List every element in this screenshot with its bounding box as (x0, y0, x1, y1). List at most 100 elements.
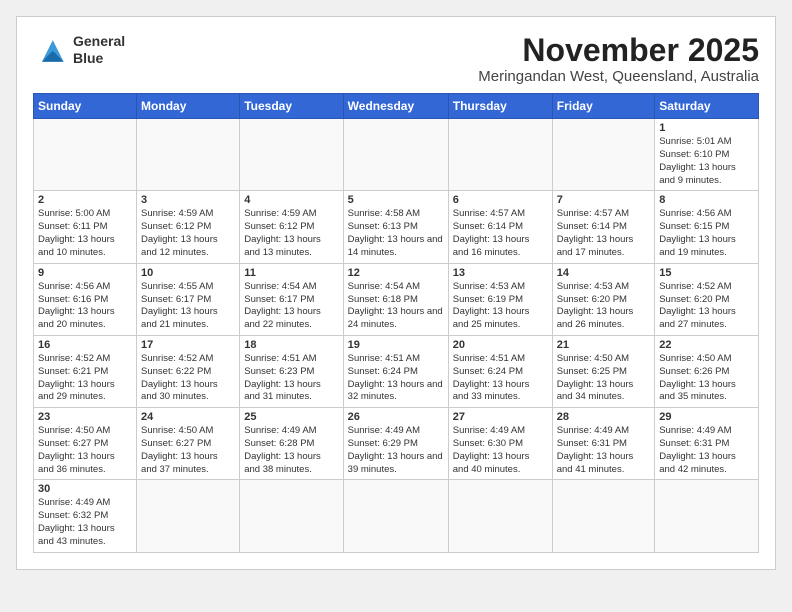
day-info: Sunrise: 4:56 AM Sunset: 6:15 PM Dayligh… (659, 208, 754, 259)
calendar-week-row: 9 Sunrise: 4:56 AM Sunset: 6:16 PM Daylig… (34, 263, 759, 335)
calendar-cell (137, 480, 240, 552)
day-number: 25 (244, 411, 338, 423)
calendar-cell: 16Sunrise: 4:52 AM Sunset: 6:21 PM Dayli… (34, 335, 137, 407)
calendar-cell: 23 Sunrise: 4:50 AM Sunset: 6:27 PM Dayli… (34, 408, 137, 480)
calendar-cell (34, 119, 137, 191)
calendar-cell: 25 Sunrise: 4:49 AM Sunset: 6:28 PM Dayli… (240, 408, 343, 480)
day-number: 19 (348, 339, 444, 351)
calendar-cell: 28Sunrise: 4:49 AM Sunset: 6:31 PM Dayli… (552, 408, 654, 480)
day-info: Sunrise: 4:56 AM Sunset: 6:16 PM Dayligh… (38, 281, 132, 332)
day-info: Sunrise: 4:54 AM Sunset: 6:17 PM Dayligh… (244, 281, 338, 332)
day-info: Sunrise: 4:49 AM Sunset: 6:30 PM Dayligh… (453, 425, 548, 476)
calendar-cell: 26 Sunrise: 4:49 AM Sunset: 6:29 PM Dayli… (343, 408, 448, 480)
day-number: 6 (453, 194, 548, 206)
day-number: 10 (141, 267, 235, 279)
calendar-cell: 12 Sunrise: 4:54 AM Sunset: 6:18 PM Dayli… (343, 263, 448, 335)
day-number: 3 (141, 194, 235, 206)
calendar-cell (343, 119, 448, 191)
day-number: 17 (141, 339, 235, 351)
day-number: 14 (557, 267, 650, 279)
day-number: 24 (141, 411, 235, 423)
day-info: Sunrise: 4:59 AM Sunset: 6:12 PM Dayligh… (141, 208, 235, 259)
day-number: 21 (557, 339, 650, 351)
day-info: Sunrise: 4:54 AM Sunset: 6:18 PM Dayligh… (348, 281, 444, 332)
calendar-cell: 20 Sunrise: 4:51 AM Sunset: 6:24 PM Dayli… (448, 335, 552, 407)
day-number: 2 (38, 194, 132, 206)
day-info: Sunrise: 4:59 AM Sunset: 6:12 PM Dayligh… (244, 208, 338, 259)
col-saturday: Saturday (655, 94, 759, 119)
calendar-cell (240, 480, 343, 552)
day-info: Sunrise: 4:53 AM Sunset: 6:19 PM Dayligh… (453, 281, 548, 332)
day-info: Sunrise: 4:51 AM Sunset: 6:23 PM Dayligh… (244, 353, 338, 404)
calendar-cell: 27Sunrise: 4:49 AM Sunset: 6:30 PM Dayli… (448, 408, 552, 480)
calendar-cell (552, 119, 654, 191)
calendar-cell (448, 119, 552, 191)
calendar-week-row: 1Sunrise: 5:01 AM Sunset: 6:10 PM Daylig… (34, 119, 759, 191)
location-title: Meringandan West, Queensland, Australia (478, 68, 759, 85)
day-info: Sunrise: 4:49 AM Sunset: 6:32 PM Dayligh… (38, 497, 132, 548)
day-number: 20 (453, 339, 548, 351)
day-info: Sunrise: 4:58 AM Sunset: 6:13 PM Dayligh… (348, 208, 444, 259)
calendar-cell (137, 119, 240, 191)
calendar-cell (343, 480, 448, 552)
day-number: 22 (659, 339, 754, 351)
logo: General Blue (33, 33, 125, 67)
day-number: 9 (38, 267, 132, 279)
day-info: Sunrise: 4:52 AM Sunset: 6:22 PM Dayligh… (141, 353, 235, 404)
day-info: Sunrise: 4:49 AM Sunset: 6:31 PM Dayligh… (659, 425, 754, 476)
calendar-cell: 11Sunrise: 4:54 AM Sunset: 6:17 PM Dayli… (240, 263, 343, 335)
calendar-week-row: 16Sunrise: 4:52 AM Sunset: 6:21 PM Dayli… (34, 335, 759, 407)
col-thursday: Thursday (448, 94, 552, 119)
day-info: Sunrise: 4:57 AM Sunset: 6:14 PM Dayligh… (453, 208, 548, 259)
day-number: 5 (348, 194, 444, 206)
day-number: 30 (38, 483, 132, 495)
day-info: Sunrise: 4:52 AM Sunset: 6:20 PM Dayligh… (659, 281, 754, 332)
calendar-cell: 6 Sunrise: 4:57 AM Sunset: 6:14 PM Daylig… (448, 191, 552, 263)
title-block: November 2025 Meringandan West, Queensla… (478, 33, 759, 85)
calendar-week-row: 2 Sunrise: 5:00 AM Sunset: 6:11 PM Daylig… (34, 191, 759, 263)
calendar-cell: 18Sunrise: 4:51 AM Sunset: 6:23 PM Dayli… (240, 335, 343, 407)
logo-line2: Blue (73, 50, 103, 66)
day-info: Sunrise: 4:49 AM Sunset: 6:28 PM Dayligh… (244, 425, 338, 476)
logo-text: General Blue (73, 33, 125, 67)
calendar-week-row: 23 Sunrise: 4:50 AM Sunset: 6:27 PM Dayli… (34, 408, 759, 480)
col-wednesday: Wednesday (343, 94, 448, 119)
calendar-cell: 22Sunrise: 4:50 AM Sunset: 6:26 PM Dayli… (655, 335, 759, 407)
day-number: 23 (38, 411, 132, 423)
day-number: 26 (348, 411, 444, 423)
calendar-week-row: 30 Sunrise: 4:49 AM Sunset: 6:32 PM Dayli… (34, 480, 759, 552)
day-info: Sunrise: 4:49 AM Sunset: 6:31 PM Dayligh… (557, 425, 650, 476)
calendar-cell: 17 Sunrise: 4:52 AM Sunset: 6:22 PM Dayli… (137, 335, 240, 407)
day-number: 8 (659, 194, 754, 206)
day-number: 12 (348, 267, 444, 279)
calendar-cell: 29 Sunrise: 4:49 AM Sunset: 6:31 PM Dayli… (655, 408, 759, 480)
calendar-cell (240, 119, 343, 191)
calendar-cell: 13 Sunrise: 4:53 AM Sunset: 6:19 PM Dayli… (448, 263, 552, 335)
col-sunday: Sunday (34, 94, 137, 119)
day-number: 7 (557, 194, 650, 206)
calendar-cell: 9 Sunrise: 4:56 AM Sunset: 6:16 PM Daylig… (34, 263, 137, 335)
calendar-header-row: Sunday Monday Tuesday Wednesday Thursday… (34, 94, 759, 119)
calendar-cell: 4Sunrise: 4:59 AM Sunset: 6:12 PM Daylig… (240, 191, 343, 263)
calendar-cell: 10 Sunrise: 4:55 AM Sunset: 6:17 PM Dayli… (137, 263, 240, 335)
day-info: Sunrise: 4:49 AM Sunset: 6:29 PM Dayligh… (348, 425, 444, 476)
logo-icon (33, 36, 69, 64)
day-number: 13 (453, 267, 548, 279)
calendar-cell: 14 Sunrise: 4:53 AM Sunset: 6:20 PM Dayli… (552, 263, 654, 335)
calendar-cell: 30 Sunrise: 4:49 AM Sunset: 6:32 PM Dayli… (34, 480, 137, 552)
calendar-cell: 5 Sunrise: 4:58 AM Sunset: 6:13 PM Daylig… (343, 191, 448, 263)
col-monday: Monday (137, 94, 240, 119)
day-info: Sunrise: 5:00 AM Sunset: 6:11 PM Dayligh… (38, 208, 132, 259)
col-friday: Friday (552, 94, 654, 119)
day-info: Sunrise: 4:50 AM Sunset: 6:27 PM Dayligh… (38, 425, 132, 476)
logo-line1: General (73, 33, 125, 49)
day-number: 29 (659, 411, 754, 423)
calendar-cell: 3 Sunrise: 4:59 AM Sunset: 6:12 PM Daylig… (137, 191, 240, 263)
page-header: General Blue November 2025 Meringandan W… (33, 33, 759, 85)
day-info: Sunrise: 4:50 AM Sunset: 6:25 PM Dayligh… (557, 353, 650, 404)
day-info: Sunrise: 4:55 AM Sunset: 6:17 PM Dayligh… (141, 281, 235, 332)
day-info: Sunrise: 5:01 AM Sunset: 6:10 PM Dayligh… (659, 136, 754, 187)
day-info: Sunrise: 4:51 AM Sunset: 6:24 PM Dayligh… (453, 353, 548, 404)
calendar-cell: 7Sunrise: 4:57 AM Sunset: 6:14 PM Daylig… (552, 191, 654, 263)
day-info: Sunrise: 4:53 AM Sunset: 6:20 PM Dayligh… (557, 281, 650, 332)
